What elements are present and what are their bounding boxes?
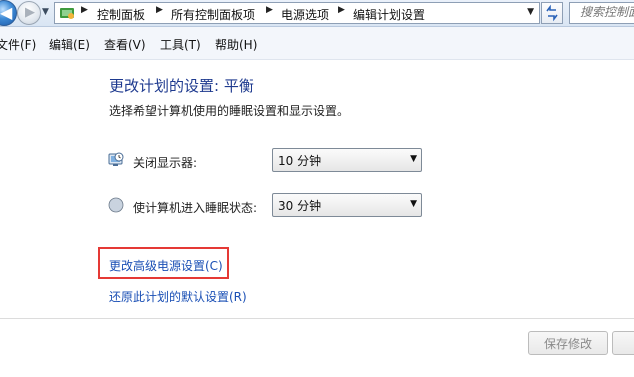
menu-view[interactable]: 查看(V) bbox=[104, 36, 146, 53]
sleep-label: 使计算机进入睡眠状态: bbox=[133, 201, 258, 215]
restore-defaults-link[interactable]: 还原此计划的默认设置(R) bbox=[109, 288, 247, 305]
menu-tools[interactable]: 工具(T) bbox=[160, 36, 201, 53]
recent-pages-dropdown-icon[interactable]: ▼ bbox=[42, 7, 49, 17]
display-off-label: 关闭显示器: bbox=[133, 156, 198, 170]
sleep-select[interactable]: 30 分钟 ▼ bbox=[272, 193, 422, 217]
breadcrumb-separator-icon[interactable]: ▶ bbox=[156, 5, 163, 15]
forward-arrow-icon: ▶ bbox=[25, 5, 35, 20]
refresh-icon bbox=[546, 4, 558, 22]
chevron-down-icon: ▼ bbox=[410, 199, 417, 209]
menu-edit[interactable]: 编辑(E) bbox=[49, 36, 90, 53]
back-arrow-icon: ◀ bbox=[0, 3, 13, 22]
search-input[interactable] bbox=[570, 3, 634, 21]
navigation-bar: ◀ ▶ ▼ ▶ 控制面板 ▶ 所有控制面板项 ▶ 电源选项 ▶ 编辑计划设置 ▼ bbox=[0, 0, 634, 27]
save-changes-button[interactable]: 保存修改 bbox=[528, 331, 608, 355]
breadcrumb-all-items[interactable]: 所有控制面板项 bbox=[171, 6, 255, 23]
refresh-button[interactable] bbox=[541, 2, 563, 24]
breadcrumb-edit-plan[interactable]: 编辑计划设置 bbox=[353, 6, 425, 23]
display-off-select[interactable]: 10 分钟 ▼ bbox=[272, 148, 422, 172]
highlight-box bbox=[98, 247, 229, 279]
address-dropdown-icon[interactable]: ▼ bbox=[527, 7, 534, 17]
breadcrumb-separator-icon[interactable]: ▶ bbox=[266, 5, 273, 15]
address-bar[interactable]: ▶ 控制面板 ▶ 所有控制面板项 ▶ 电源选项 ▶ 编辑计划设置 ▼ bbox=[54, 2, 540, 24]
search-box[interactable] bbox=[569, 2, 634, 24]
footer-divider bbox=[0, 318, 634, 319]
cancel-button[interactable] bbox=[612, 331, 634, 355]
control-panel-icon bbox=[60, 8, 74, 19]
save-changes-label: 保存修改 bbox=[543, 337, 592, 351]
back-button[interactable]: ◀ bbox=[0, 0, 17, 26]
breadcrumb-control-panel[interactable]: 控制面板 bbox=[97, 6, 145, 23]
breadcrumb-separator-icon[interactable]: ▶ bbox=[81, 5, 88, 15]
chevron-down-icon: ▼ bbox=[410, 154, 417, 164]
sleep-value: 30 分钟 bbox=[278, 199, 322, 213]
menu-file[interactable]: 文件(F) bbox=[0, 36, 36, 53]
page-subtitle: 选择希望计算机使用的睡眠设置和显示设置。 bbox=[109, 104, 350, 118]
breadcrumb-power-options[interactable]: 电源选项 bbox=[281, 6, 329, 23]
page-title: 更改计划的设置: 平衡 bbox=[109, 77, 254, 95]
breadcrumb-separator-icon[interactable]: ▶ bbox=[338, 5, 345, 15]
forward-button[interactable]: ▶ bbox=[17, 1, 41, 25]
menu-help[interactable]: 帮助(H) bbox=[215, 36, 257, 53]
monitor-clock-icon bbox=[108, 152, 124, 166]
display-off-value: 10 分钟 bbox=[278, 154, 322, 168]
menu-bar: 文件(F) 编辑(E) 查看(V) 工具(T) 帮助(H) bbox=[0, 27, 634, 60]
moon-sleep-icon bbox=[108, 197, 124, 213]
